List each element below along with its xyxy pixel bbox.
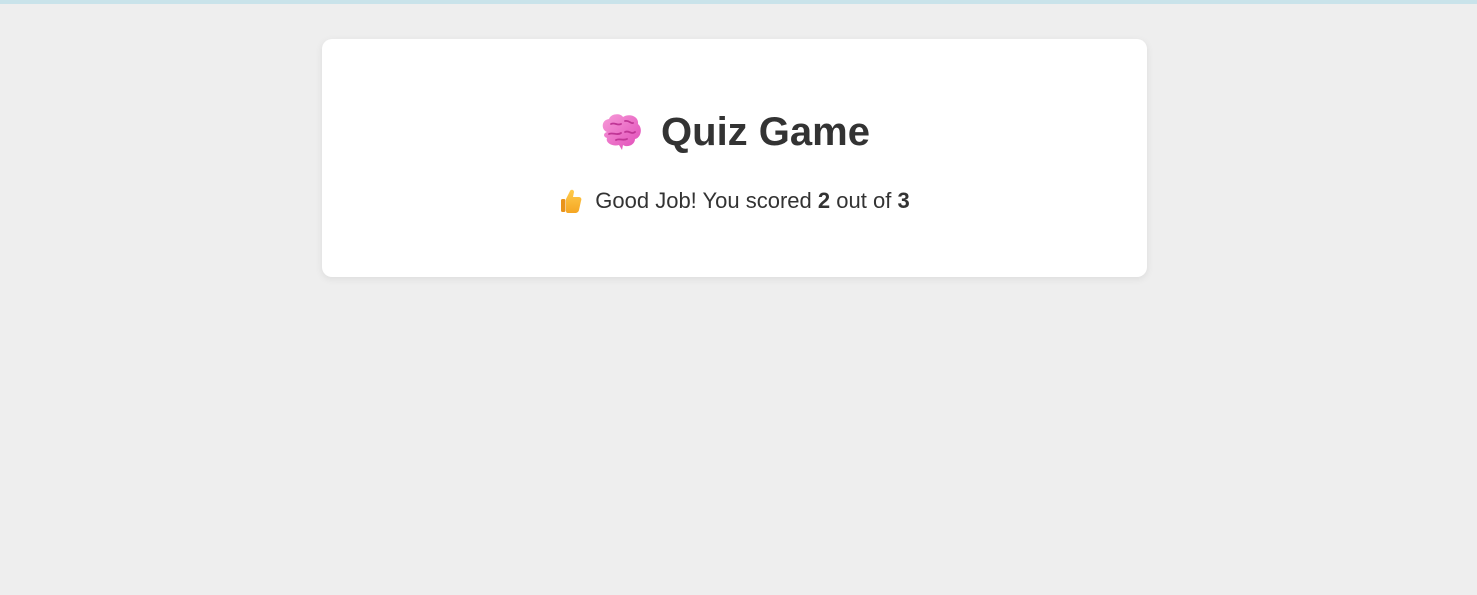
score-between: out of: [836, 188, 892, 213]
score-prefix: Good Job! You scored: [595, 188, 812, 213]
score-message: Good Job! You scored 2 out of 3: [322, 187, 1147, 215]
page-title: Quiz Game: [661, 110, 870, 154]
quiz-card: Quiz Game Good Job! You scored 2 out of …: [322, 39, 1147, 277]
title-row: Quiz Game: [322, 109, 1147, 155]
score-total: 3: [897, 188, 910, 213]
top-strip: [0, 0, 1477, 4]
score-value: 2: [817, 188, 831, 213]
thumbs-up-icon: [559, 188, 583, 214]
brain-icon: [599, 112, 643, 152]
